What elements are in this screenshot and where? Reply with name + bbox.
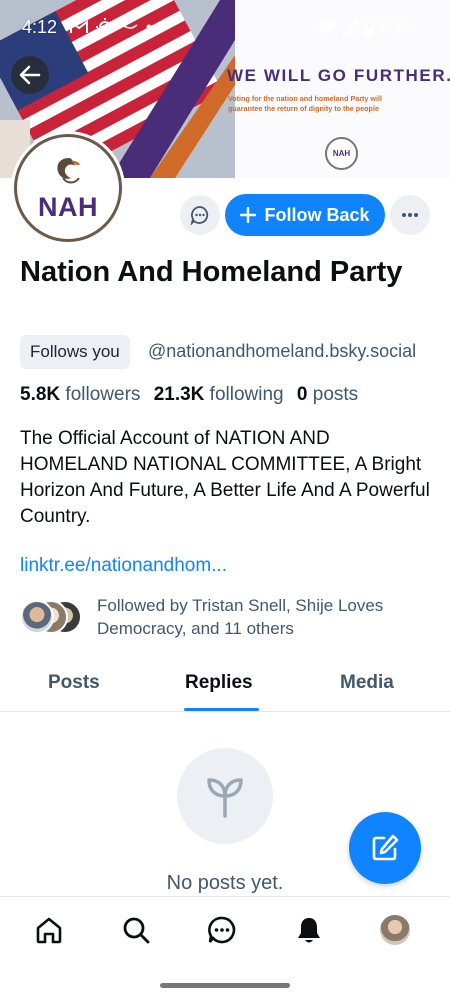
avatar-logo-text: NAH [38,191,98,222]
battery-percent: 50% [379,17,416,37]
tab-media[interactable]: Media [340,672,394,694]
posts-label: posts [312,384,359,405]
message-button[interactable] [180,195,220,235]
banner-subtext-line: guarantee the return of dignity to the p… [228,104,379,113]
followers-stat[interactable]: 5.8K followers [20,384,140,405]
banner-subtext-line: Voting for the nation and homeland Party… [228,94,383,103]
amazon-smile-icon [122,24,138,29]
tab-replies[interactable]: Replies [185,672,253,694]
bio-link[interactable]: linktr.ee/nationandhom... [20,555,227,577]
followers-count: 5.8K [20,384,61,405]
chat-bubble-icon [208,916,236,944]
banner-headline: WE WILL GO FURTHER. [227,66,450,85]
status-time: 4:12 [22,17,58,37]
following-label: following [209,384,284,405]
followed-by-row[interactable]: Followed by Tristan Snell, Shije Loves D… [20,594,440,640]
bottom-navigation [0,896,450,966]
status-bar: 4:12 50% [0,0,450,58]
profile-avatar[interactable]: NAH [14,134,122,242]
follow-back-label: Follow Back [264,204,370,225]
avatar [380,915,410,945]
nav-chat[interactable] [205,913,239,947]
display-name: Nation And Homeland Party [20,256,403,288]
follow-back-button[interactable]: Follow Back [225,194,385,236]
tab-posts[interactable]: Posts [48,672,100,694]
compose-icon [372,834,399,861]
back-button[interactable] [11,56,49,94]
banner-subtext: Voting for the nation and homeland Party… [228,94,450,114]
plus-icon [240,207,257,223]
search-icon [123,917,150,944]
dot-icon [146,24,152,30]
posts-stat: 0 posts [297,384,358,405]
nav-notifications[interactable] [292,913,326,947]
nav-profile[interactable] [378,913,412,947]
profile-bio: The Official Account of NATION AND HOMEL… [20,428,430,527]
avatar [20,600,54,634]
followers-label: followers [65,384,141,405]
mutual-followers-avatars [20,600,90,636]
sprout-icon [207,778,243,818]
gmail-icon [70,20,88,33]
nav-search[interactable] [119,913,153,947]
notification-icons [70,18,152,36]
bell-icon [298,918,320,943]
active-tab-indicator [184,708,259,711]
following-stat[interactable]: 21.3K following [154,384,284,405]
profile-tabs: Posts Replies Media [0,662,450,712]
following-count: 21.3K [153,384,205,405]
profile-stats: 5.8K followers 21.3K following 0 posts [20,384,358,406]
eagle-logo-icon [57,157,80,183]
signal-icon [341,19,358,36]
arrow-left-icon [19,65,41,85]
home-indicator[interactable] [160,983,290,988]
status-right: 50% [315,17,416,38]
ellipsis-icon [402,213,418,217]
weather-sun-icon [96,18,114,36]
followed-by-text: Followed by Tristan Snell, Shije Loves D… [97,596,384,638]
wifi-icon [315,20,336,35]
profile-handle: @nationandhomeland.bsky.social [148,341,417,361]
compose-post-button[interactable] [349,812,421,884]
chat-bubble-icon [190,206,209,225]
banner-logo: NAH [325,137,358,170]
empty-state-illustration [177,748,273,844]
follows-you-badge: Follows you [20,335,130,369]
home-icon [36,917,62,944]
posts-count: 0 [296,384,308,405]
battery-icon [364,18,374,37]
nav-home[interactable] [32,913,66,947]
more-options-button[interactable] [390,195,430,235]
